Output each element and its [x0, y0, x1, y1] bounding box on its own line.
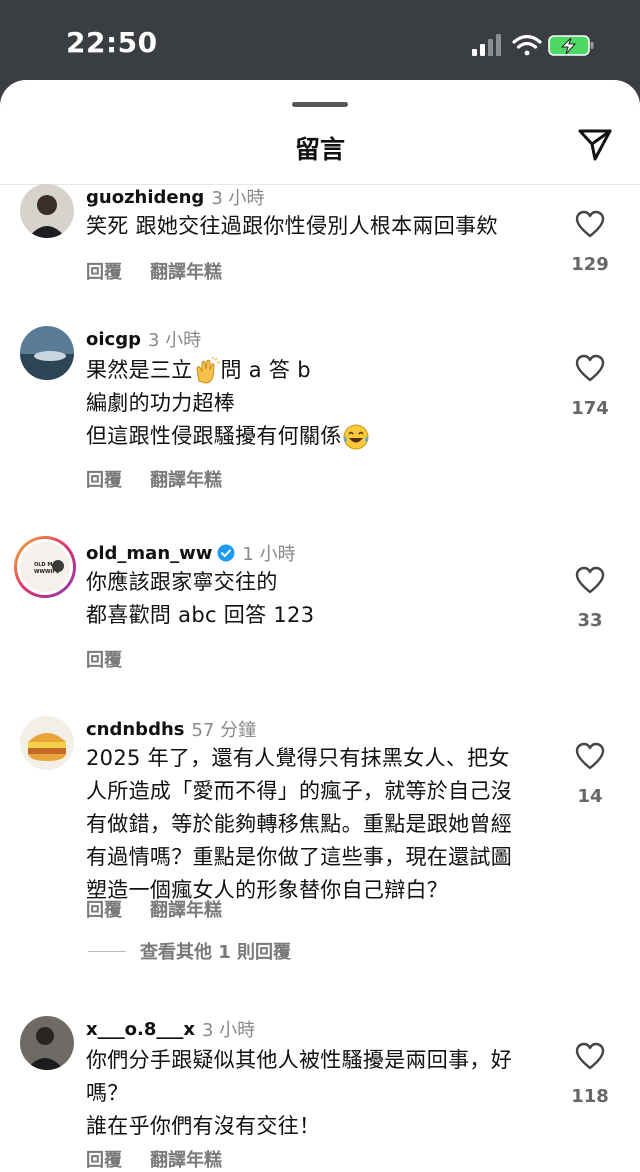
- comment-time: 3 小時: [211, 188, 265, 209]
- view-more-replies-label: 查看其他 1 則回覆: [140, 942, 292, 963]
- like-section: 118: [570, 1042, 610, 1107]
- translate-button[interactable]: 翻譯年糕: [150, 262, 222, 283]
- heart-icon[interactable]: [575, 1042, 605, 1070]
- sheet-grabber[interactable]: [292, 102, 348, 107]
- comment-line: 有過情嗎？重點是你做了這些事，現在還試圖: [86, 845, 512, 869]
- like-count: 129: [571, 254, 609, 275]
- comment-actions: 回覆 翻譯年糕: [86, 896, 250, 922]
- comment-time: 1 小時: [242, 544, 296, 565]
- translate-button[interactable]: 翻譯年糕: [150, 1150, 222, 1171]
- comment-text: 果然是三立 問 a 答 b 編劇的功力超棒 但這跟性侵跟騷擾有何關係: [86, 354, 556, 453]
- heart-icon[interactable]: [575, 210, 605, 238]
- reply-button[interactable]: 回覆: [86, 900, 122, 921]
- comment-line: 果然是三立 問 a 答 b: [86, 354, 556, 387]
- comment-actions: 回覆 翻譯年糕: [86, 1146, 250, 1172]
- username[interactable]: oicgp: [86, 329, 141, 350]
- comment-time: 3 小時: [201, 1020, 256, 1041]
- comment-line-part: 問 a 答 b: [220, 358, 311, 382]
- heart-icon[interactable]: [575, 742, 605, 770]
- like-section: 129: [570, 210, 610, 275]
- comment-header: oicgp 3 小時: [86, 326, 201, 352]
- comment-line: 人所造成「愛而不得」的瘋子，就等於自己沒: [86, 779, 512, 803]
- comments-sheet: 留言 guozhideng 3 小時 笑死 跟她交往過跟你性侵別人根本兩回事欸 …: [0, 80, 640, 1172]
- tears-of-joy-emoji: [343, 424, 369, 450]
- comment-line-part: 但這跟性侵跟騷擾有何關係: [86, 424, 342, 448]
- sheet-title: 留言: [294, 135, 345, 164]
- comment-time: 3 小時: [147, 330, 202, 351]
- comment-header: x___o.8___x 3 小時: [86, 1016, 255, 1042]
- comment-line: 都喜歡問 abc 回答 123: [86, 603, 315, 627]
- reply-button[interactable]: 回覆: [86, 470, 122, 491]
- avatar[interactable]: [20, 184, 74, 238]
- view-more-replies[interactable]: 查看其他 1 則回覆: [88, 938, 291, 964]
- username[interactable]: x___o.8___x: [86, 1019, 195, 1040]
- like-count: 14: [577, 786, 603, 807]
- like-count: 33: [577, 610, 603, 631]
- reply-thread-line: [88, 950, 126, 952]
- comment-actions: 回覆 翻譯年糕: [86, 466, 250, 492]
- verified-badge-icon: [217, 544, 235, 562]
- comment-line: 你應該跟家寧交往的: [86, 570, 278, 594]
- comment-line: 誰在乎你們有沒有交往！: [86, 1114, 321, 1138]
- battery-charging-icon: [548, 35, 594, 56]
- wifi-icon: [512, 34, 542, 56]
- avatar[interactable]: [20, 716, 74, 770]
- comment-line: 有做錯，等於能夠轉移焦點。重點是跟她曾經: [86, 812, 512, 836]
- signal-icon: [472, 34, 501, 56]
- avatar[interactable]: [20, 326, 74, 380]
- reply-button[interactable]: 回覆: [86, 1150, 122, 1171]
- like-count: 118: [571, 1086, 609, 1107]
- comment-line: 編劇的功力超棒: [86, 391, 236, 415]
- comment-header: old_man_ww 1 小時: [86, 540, 296, 566]
- username[interactable]: old_man_ww: [86, 543, 212, 564]
- like-section: 33: [570, 566, 610, 631]
- comment-actions: 回覆 翻譯年糕: [86, 258, 250, 284]
- status-icons: [472, 34, 594, 56]
- like-section: 14: [570, 742, 610, 807]
- status-bar: 22:50: [0, 0, 640, 86]
- comment-line: 但這跟性侵跟騷擾有何關係: [86, 420, 556, 453]
- like-count: 174: [571, 398, 609, 419]
- reply-button[interactable]: 回覆: [86, 650, 122, 671]
- comment-line: 笑死 跟她交往過跟你性侵別人根本兩回事欸: [86, 214, 498, 238]
- comment-line: 嗎？: [86, 1081, 129, 1105]
- clock-time: 22:50: [66, 26, 158, 59]
- comment-time: 57 分鐘: [191, 720, 257, 741]
- comment-line: 2025 年了，還有人覺得只有抹黑女人、把女: [86, 746, 510, 770]
- translate-button[interactable]: 翻譯年糕: [150, 900, 222, 921]
- comment-header: cndnbdhs 57 分鐘: [86, 716, 256, 742]
- heart-icon[interactable]: [575, 566, 605, 594]
- comment-text: 你們分手跟疑似其他人被性騷擾是兩回事，好 嗎？ 誰在乎你們有沒有交往！: [86, 1044, 556, 1143]
- comment-line: 你們分手跟疑似其他人被性騷擾是兩回事，好: [86, 1048, 512, 1072]
- translate-button[interactable]: 翻譯年糕: [150, 470, 222, 491]
- comment-actions: 回覆: [86, 646, 150, 672]
- comment-text: 笑死 跟她交往過跟你性侵別人根本兩回事欸: [86, 210, 556, 243]
- username[interactable]: cndnbdhs: [86, 719, 184, 740]
- like-section: 174: [570, 354, 610, 419]
- avatar[interactable]: [20, 1016, 74, 1070]
- comment-text: 2025 年了，還有人覺得只有抹黑女人、把女 人所造成「愛而不得」的瘋子，就等於…: [86, 742, 556, 907]
- avatar[interactable]: OLD MAN WWWIFE: [14, 536, 76, 598]
- paper-plane-icon[interactable]: [576, 126, 614, 164]
- heart-icon[interactable]: [575, 354, 605, 382]
- comment-text: 你應該跟家寧交往的 都喜歡問 abc 回答 123: [86, 566, 556, 632]
- reply-button[interactable]: 回覆: [86, 262, 122, 283]
- comment-header: guozhideng 3 小時: [86, 184, 265, 210]
- username[interactable]: guozhideng: [86, 187, 204, 208]
- clapping-hands-emoji: [195, 357, 220, 384]
- comment-line-part: 果然是三立: [86, 358, 193, 382]
